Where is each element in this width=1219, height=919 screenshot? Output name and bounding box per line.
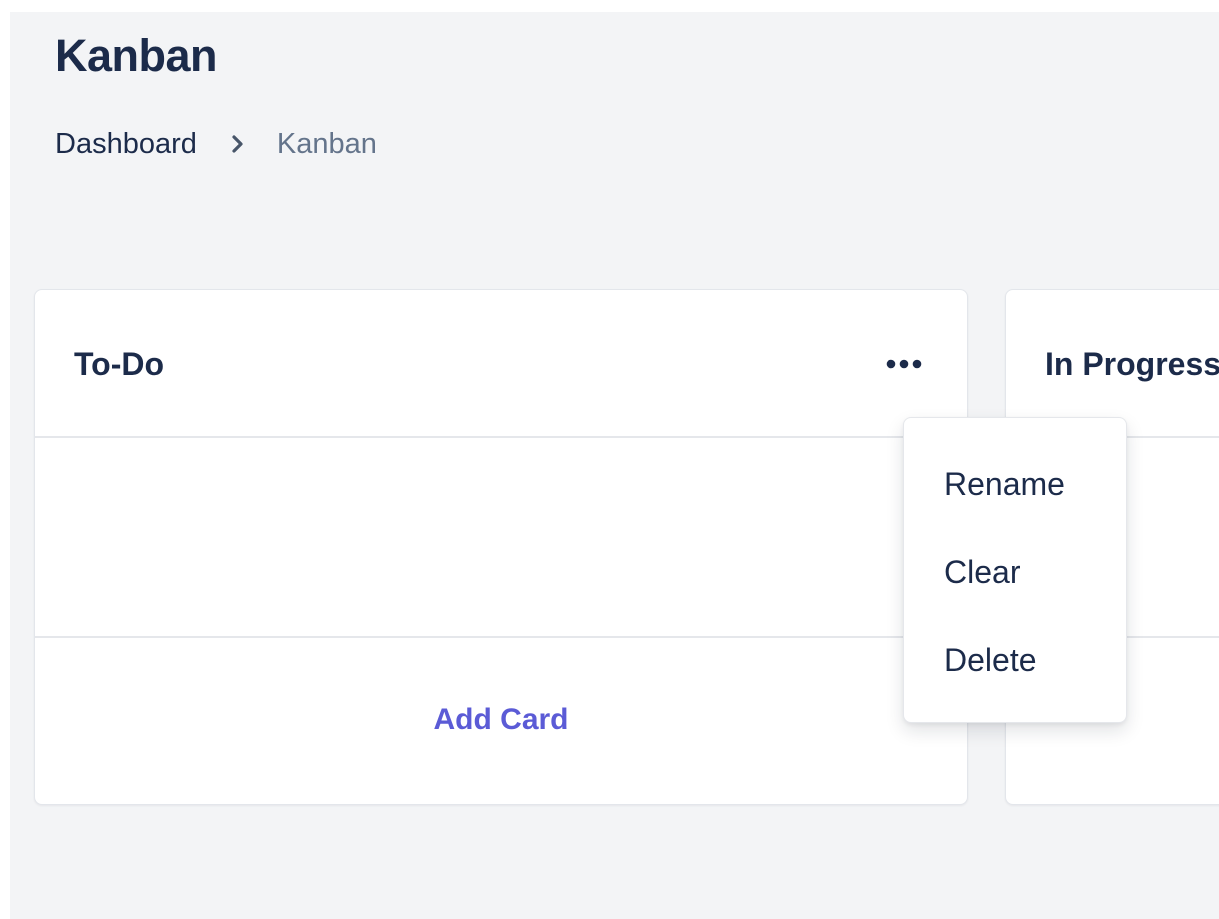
column-menu-button[interactable] [883,352,929,376]
menu-item-clear[interactable]: Clear [944,550,1020,594]
add-card-button[interactable]: Add Card [35,700,967,740]
breadcrumb: Dashboard Kanban [55,124,377,164]
column-header: In Progress [1006,290,1219,438]
column-header: To-Do [35,290,967,438]
menu-item-delete[interactable]: Delete [944,638,1037,682]
page-title: Kanban [55,30,218,81]
column-title: In Progress [1045,346,1219,382]
column-menu-dropdown: Rename Clear Delete [903,417,1127,723]
column-card-list [35,438,967,638]
chevron-right-icon [232,135,243,153]
kanban-column-todo: To-Do Add Card [34,289,968,805]
viewport: Kanban Dashboard Kanban To-Do Add Card I… [0,0,1219,919]
breadcrumb-link-dashboard[interactable]: Dashboard [55,124,197,164]
ellipsis-horizontal-icon [886,359,922,369]
menu-item-rename[interactable]: Rename [944,462,1065,506]
breadcrumb-current: Kanban [276,128,377,160]
kanban-page: Kanban Dashboard Kanban To-Do Add Card I… [10,12,1219,919]
column-title: To-Do [74,346,165,382]
